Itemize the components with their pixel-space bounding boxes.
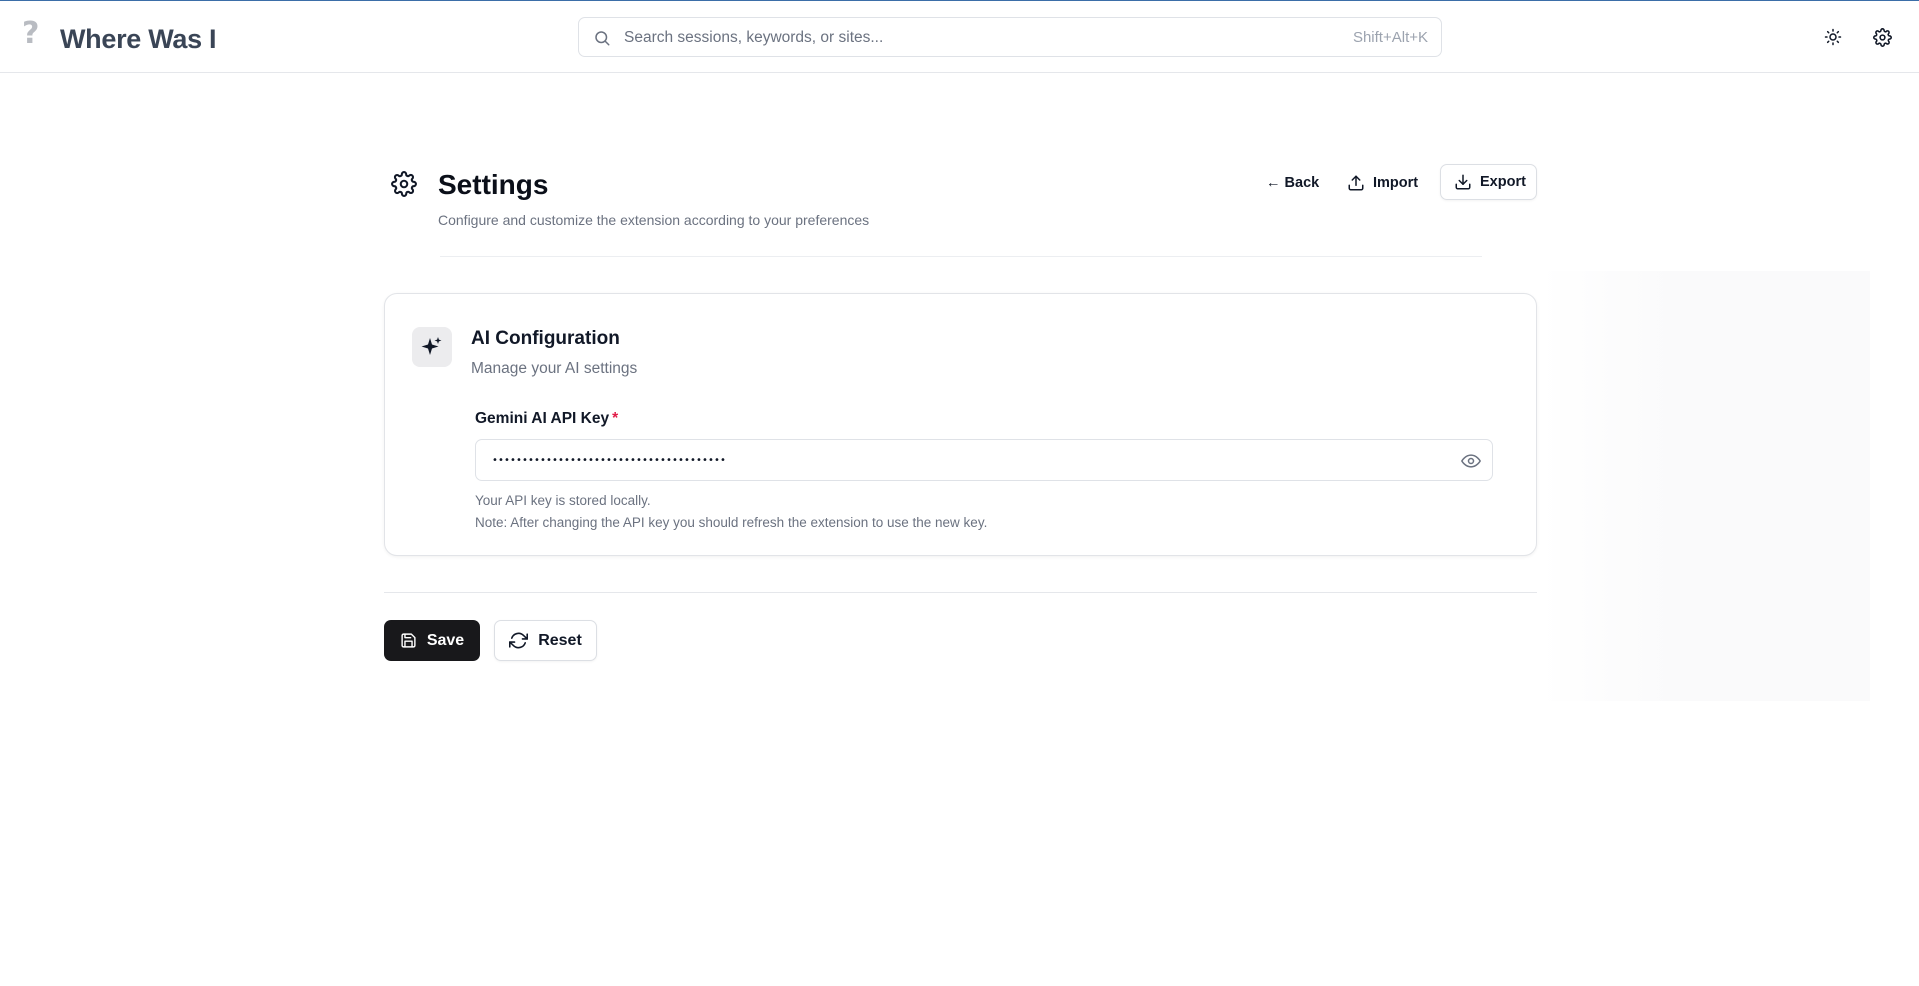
top-header: ? Where Was I Search sessions, keywords,… [0, 1, 1919, 73]
page-title: Settings [438, 169, 549, 200]
back-button-label: ← Back [1266, 175, 1320, 191]
export-button[interactable]: Export [1440, 164, 1537, 200]
export-button-label: Export [1480, 174, 1526, 190]
footer-divider [384, 592, 1537, 593]
search-bar[interactable]: Search sessions, keywords, or sites... S… [578, 17, 1442, 57]
api-key-masked-value: ••••••••••••••••••••••••••••••••••••••• [492, 455, 726, 466]
eye-icon[interactable] [1461, 451, 1481, 471]
save-icon [401, 633, 416, 648]
search-shortcut-hint: Shift+Alt+K [1352, 29, 1428, 46]
api-key-help-text: Your API key is stored locally. [475, 493, 651, 508]
ai-configuration-card: AI Configuration Manage your AI settings… [384, 293, 1537, 556]
app-title[interactable]: Where Was I [60, 22, 217, 56]
sparkles-icon [421, 337, 442, 355]
search-input[interactable]: Search sessions, keywords, or sites... [624, 29, 883, 47]
card-subtitle: Manage your AI settings [471, 360, 638, 377]
app-logo-icon: ? [22, 16, 40, 51]
heading-divider [440, 256, 1482, 257]
import-button-label: Import [1373, 175, 1419, 191]
save-button-label: Save [426, 631, 465, 649]
required-asterisk: * [612, 410, 619, 427]
api-key-label-text: Gemini AI API Key [475, 410, 610, 427]
settings-gear-icon [391, 171, 417, 197]
api-key-note-text: Note: After changing the API key you sho… [475, 515, 988, 530]
search-icon [595, 31, 610, 46]
sparkles-icon-badge [412, 327, 452, 367]
refresh-icon [509, 632, 529, 649]
background-tint [1540, 271, 1870, 701]
save-button[interactable]: Save [384, 620, 480, 661]
page-subtitle: Configure and customize the extension ac… [438, 212, 870, 228]
settings-button[interactable] [1872, 27, 1892, 47]
reset-button-label: Reset [538, 631, 582, 649]
reset-button[interactable]: Reset [494, 620, 597, 661]
download-icon [1455, 174, 1471, 190]
import-button[interactable]: Import [1347, 165, 1418, 201]
back-button[interactable]: ← Back [1266, 165, 1319, 201]
upload-icon [1348, 175, 1364, 191]
card-title: AI Configuration [471, 328, 620, 349]
sun-icon [1824, 28, 1842, 46]
api-key-label: Gemini AI API Key * [475, 409, 618, 429]
api-key-input[interactable]: ••••••••••••••••••••••••••••••••••••••• [475, 439, 1493, 481]
gear-icon [1872, 27, 1892, 47]
theme-toggle-button[interactable] [1823, 27, 1843, 47]
